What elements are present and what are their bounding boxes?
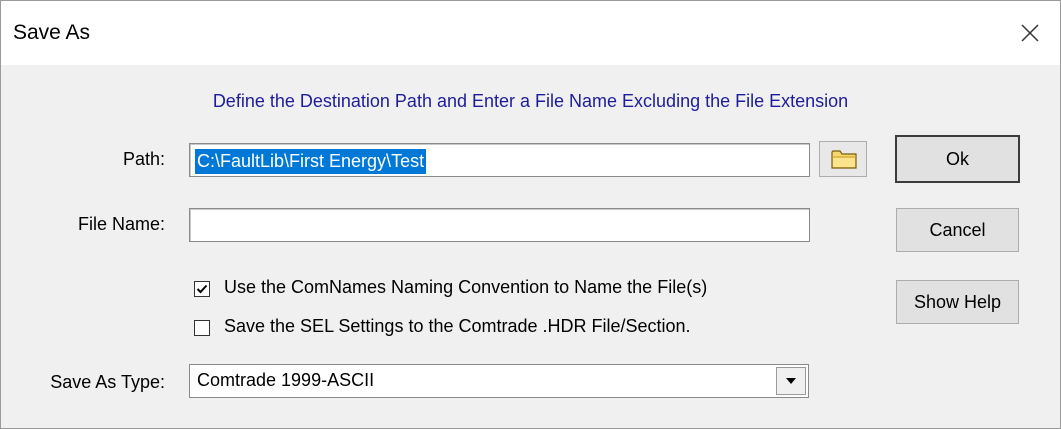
close-icon <box>1021 24 1039 42</box>
ok-button-label: Ok <box>945 149 969 169</box>
path-input[interactable]: C:\FaultLib\First Energy\Test <box>189 143 810 177</box>
show-help-button[interactable]: Show Help <box>896 280 1019 324</box>
cancel-button-label: Cancel <box>929 220 986 240</box>
sel-settings-checkbox[interactable] <box>194 320 210 336</box>
file-name-label: File Name: <box>77 214 165 234</box>
save-as-dialog: Save As Define the Destination Path and … <box>0 0 1061 429</box>
cancel-button[interactable]: Cancel <box>896 208 1019 252</box>
checkmark-icon <box>196 284 208 294</box>
file-name-input[interactable] <box>189 208 810 242</box>
sel-settings-label: Save the SEL Settings to the Comtrade .H… <box>224 316 691 336</box>
title-bar: Save As <box>1 1 1060 65</box>
instruction-text: Define the Destination Path and Enter a … <box>212 91 849 111</box>
close-button[interactable] <box>1008 11 1052 55</box>
comnames-label: Use the ComNames Naming Convention to Na… <box>224 277 708 297</box>
chevron-down-icon <box>786 378 796 384</box>
show-help-button-label: Show Help <box>913 292 1002 312</box>
path-label: Path: <box>122 149 165 169</box>
browse-folder-button[interactable] <box>819 141 867 177</box>
save-as-type-value: Comtrade 1999-ASCII <box>197 370 375 390</box>
folder-icon <box>831 150 857 169</box>
window-title: Save As <box>13 21 91 44</box>
comnames-checkbox[interactable] <box>194 281 210 297</box>
save-as-type-select[interactable]: Comtrade 1999-ASCII <box>189 364 809 398</box>
path-value: C:\FaultLib\First Energy\Test <box>195 149 427 174</box>
dropdown-button[interactable] <box>776 367 806 395</box>
save-as-type-label: Save As Type: <box>50 372 165 392</box>
ok-button[interactable]: Ok <box>895 135 1020 183</box>
